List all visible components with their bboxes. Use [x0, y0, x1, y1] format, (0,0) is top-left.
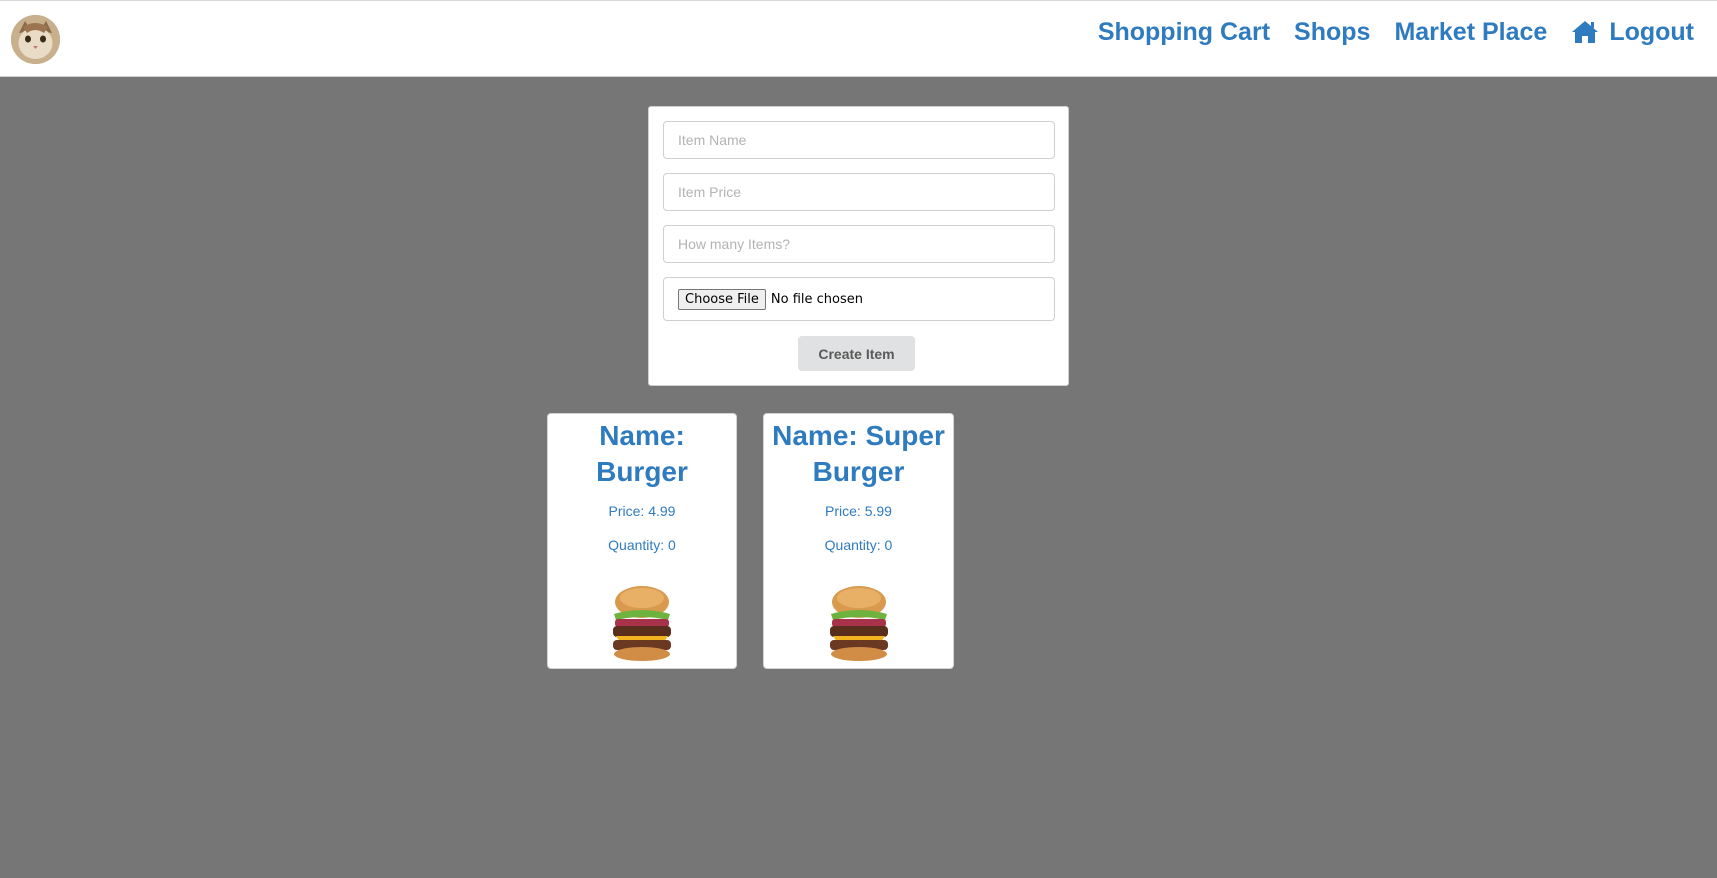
item-card[interactable]: Name: Super Burger Price: 5.99 Quantity:…: [763, 413, 954, 669]
nav-shops[interactable]: Shops: [1294, 18, 1370, 47]
top-navbar: Shopping Cart Shops Market Place Logout: [0, 0, 1717, 77]
item-quantity: Quantity: 0: [824, 537, 893, 553]
home-icon: [1572, 21, 1599, 43]
burger-image: [829, 586, 888, 661]
logout-label: Logout: [1609, 17, 1694, 46]
nav-links: Shopping Cart Shops Market Place Logout: [1098, 15, 1694, 49]
item-price: Price: 4.99: [608, 503, 676, 519]
choose-file-button[interactable]: Choose File: [678, 288, 766, 310]
item-name: Name: Super Burger: [772, 420, 945, 487]
item-name-input[interactable]: [663, 121, 1055, 159]
nav-shopping-cart[interactable]: Shopping Cart: [1098, 18, 1270, 47]
item-quantity-input[interactable]: [663, 225, 1055, 263]
user-avatar[interactable]: [11, 15, 60, 64]
file-status-text: No file chosen: [770, 291, 863, 307]
cat-avatar-icon: [11, 15, 60, 64]
item-card[interactable]: Name: Burger Price: 4.99 Quantity: 0: [547, 413, 737, 669]
burger-image: [613, 586, 671, 661]
nav-logout[interactable]: Logout: [1571, 18, 1694, 47]
create-item-form: Choose File No file chosen Create Item: [648, 106, 1069, 386]
item-price: Price: 5.99: [825, 503, 892, 519]
nav-market-place[interactable]: Market Place: [1394, 18, 1547, 47]
file-upload-field: Choose File No file chosen: [663, 277, 1055, 321]
create-item-button[interactable]: Create Item: [798, 336, 915, 371]
item-name: Name: Burger: [596, 420, 688, 487]
item-quantity: Quantity: 0: [608, 537, 676, 553]
item-price-input[interactable]: [663, 173, 1055, 211]
